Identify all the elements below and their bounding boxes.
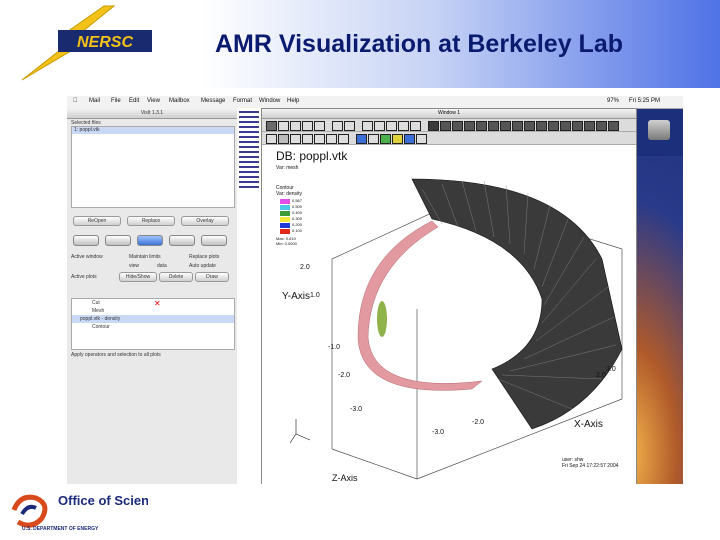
menu-view[interactable]: View (147, 98, 160, 104)
plot-item[interactable]: Contour (72, 323, 234, 331)
replace-button[interactable]: Replace (127, 216, 175, 226)
office-of-science-logo: Office of Science U.S. DEPARTMENT OF ENE… (11, 493, 148, 532)
auto-update-checkbox[interactable]: Auto update (189, 263, 216, 270)
render-canvas[interactable]: Y-Axis X-Axis Z-Axis 2.0 1.0 -1.0 -2.0 -… (262, 109, 636, 484)
menu-edit[interactable]: Edit (129, 98, 139, 104)
svg-text:NERSC: NERSC (77, 34, 133, 51)
z-axis-label: Z-Axis (332, 473, 358, 483)
plot-item[interactable]: Cut (72, 299, 234, 307)
overlay-button[interactable]: Overlay (181, 216, 229, 226)
terminal-window[interactable] (237, 108, 262, 484)
menu-help[interactable]: Help (287, 98, 299, 104)
y-tick: -1.0 (328, 344, 340, 351)
y-tick: 1.0 (310, 292, 320, 299)
gui-title-bar[interactable]: VisIt 1.3.1 (67, 108, 237, 119)
plot-item[interactable]: poppl.vtk - density (72, 315, 234, 323)
delete-button[interactable]: Delete (159, 272, 193, 282)
battery-status[interactable]: 97% (607, 98, 619, 104)
draw-button[interactable]: Draw (195, 272, 229, 282)
axis-triad-icon (289, 419, 311, 444)
hard-drive-icon[interactable] (648, 120, 670, 140)
menu-file[interactable]: File (111, 98, 121, 104)
menu-mailbox[interactable]: Mailbox (169, 98, 190, 104)
y-tick: 2.0 (300, 264, 310, 271)
plot-item[interactable]: Mesh (72, 307, 234, 315)
menu-format[interactable]: Format (233, 98, 252, 104)
replace-plots-checkbox[interactable]: Replace plots (189, 254, 219, 261)
selected-files-list[interactable]: 1: poppl.vtk (71, 126, 235, 208)
desktop-screenshot:  Mail File Edit View Mailbox Message Fo… (67, 96, 683, 484)
active-window-label: Active window (71, 254, 103, 260)
y-axis-label: Y-Axis (282, 291, 310, 302)
active-plots-label: Active plots (71, 274, 97, 280)
apply-operators-checkbox[interactable]: Apply operators and selection to all plo… (71, 352, 161, 359)
rewind-button[interactable] (73, 235, 99, 246)
x-tick: -2.0 (472, 419, 484, 426)
viz-window: Window 1 DB: poppl.vtk Var: mesh Contour… (261, 108, 637, 484)
data-checkbox[interactable]: data (157, 263, 167, 270)
x-axis-label: X-Axis (574, 419, 603, 430)
file-item[interactable]: 1: poppl.vtk (72, 127, 234, 134)
delete-x-icon[interactable]: ✕ (154, 299, 161, 308)
menu-message[interactable]: Message (201, 98, 225, 104)
visit-gui-window: VisIt 1.3.1 Selected files 1: poppl.vtk … (67, 108, 238, 484)
stop-button[interactable] (137, 235, 163, 246)
menu-clock[interactable]: Fri 5:25 PM (629, 98, 660, 104)
date-label: Fri Sep 24 17:22:57 2004 (562, 463, 619, 469)
svg-text:U.S. DEPARTMENT OF ENERGY: U.S. DEPARTMENT OF ENERGY (22, 526, 99, 532)
reopen-button[interactable]: ReOpen (73, 216, 121, 226)
menu-mail[interactable]: Mail (89, 98, 100, 104)
x-tick: 2.0 (596, 372, 606, 379)
svg-text:Office of Science: Office of Science (58, 493, 148, 508)
play-button[interactable] (169, 235, 195, 246)
maintain-limits-label: Maintain limits (129, 254, 161, 260)
y-tick: -2.0 (338, 372, 350, 379)
view-checkbox[interactable]: view (129, 263, 139, 270)
hide-show-button[interactable]: Hide/Show (119, 272, 157, 282)
x-tick: -3.0 (432, 429, 444, 436)
apple-icon[interactable]:  (73, 98, 78, 104)
y-tick: -3.0 (350, 406, 362, 413)
active-plots-list[interactable]: Cut Mesh poppl.vtk - density Contour ✕ (71, 298, 235, 350)
menu-window[interactable]: Window (259, 98, 280, 104)
x-tick: 3.0 (606, 366, 616, 373)
slide-title: AMR Visualization at Berkeley Lab (215, 30, 623, 58)
nersc-logo: NERSC (21, 5, 152, 81)
step-back-button[interactable] (105, 235, 131, 246)
desktop-icons (639, 116, 679, 144)
step-forward-button[interactable] (201, 235, 227, 246)
